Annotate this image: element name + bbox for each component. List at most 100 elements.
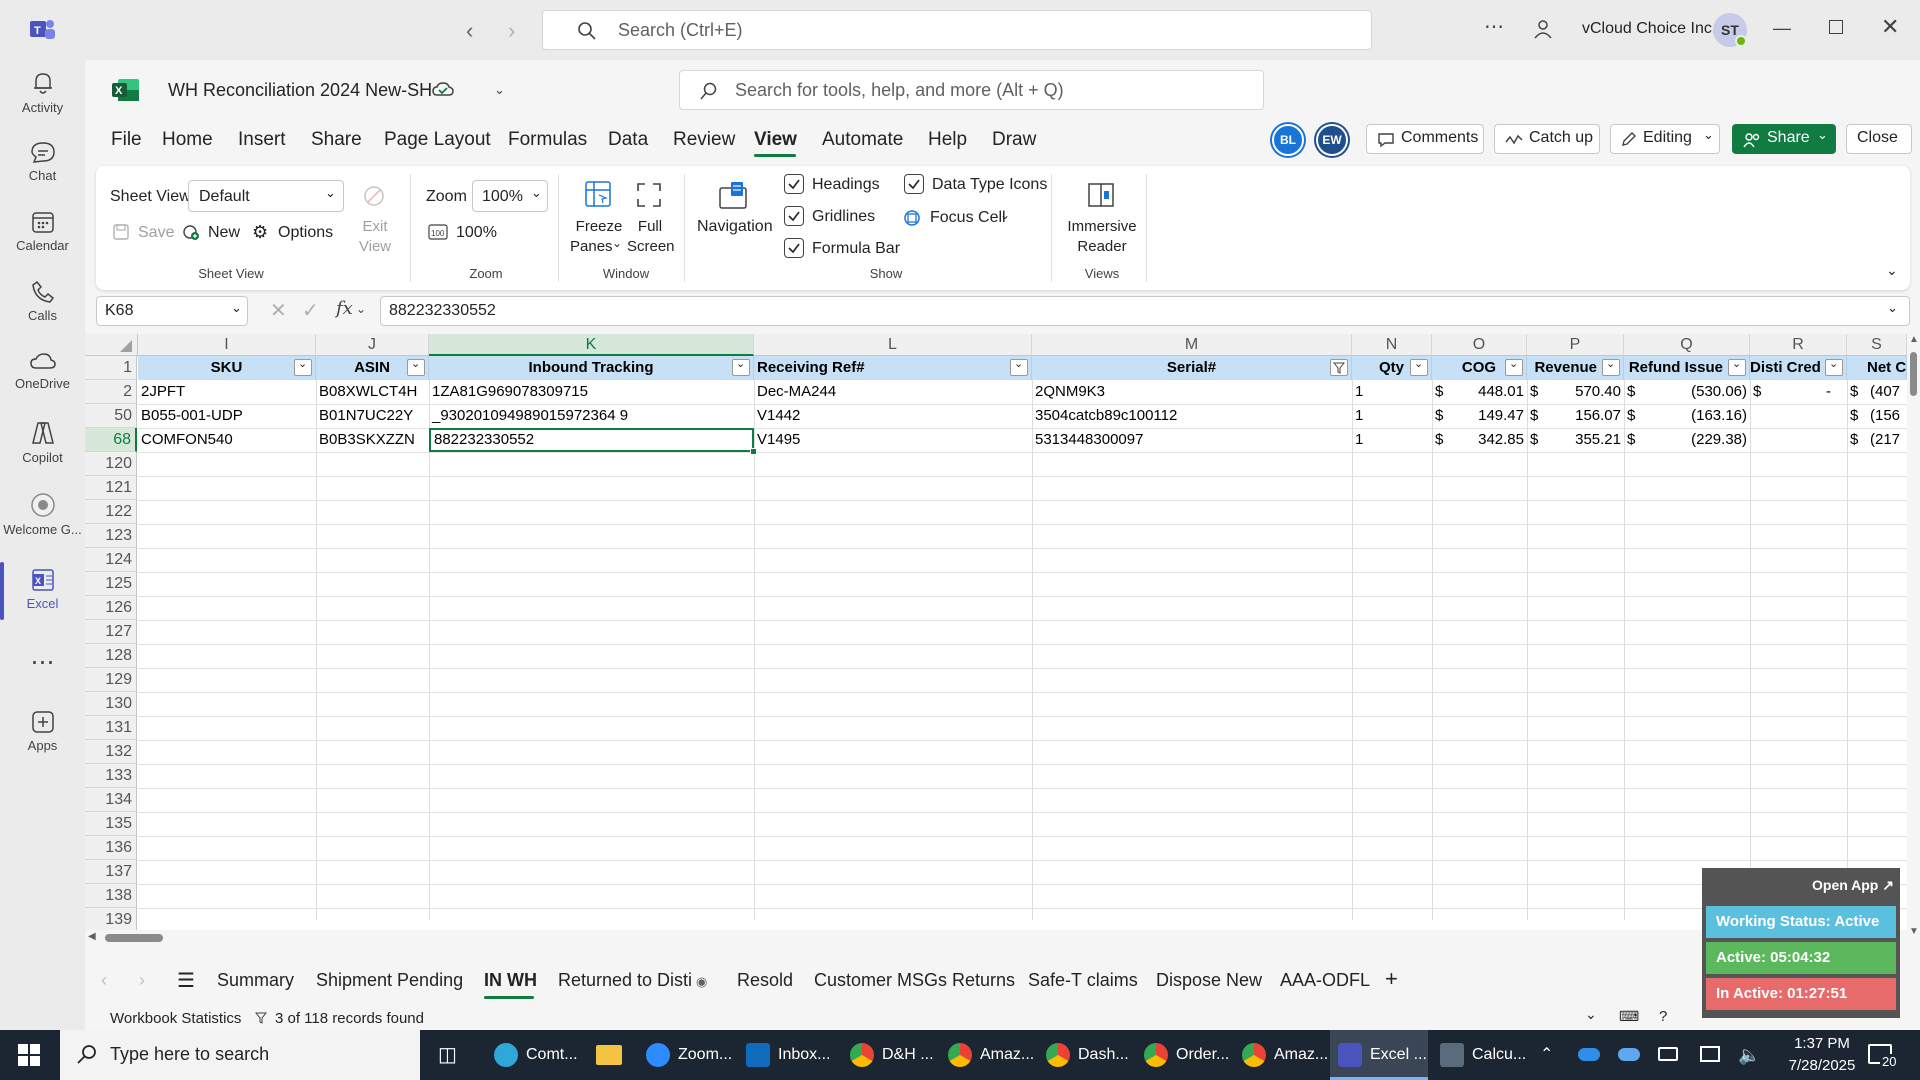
cell-sku[interactable]: B055-001-UDP bbox=[138, 404, 316, 427]
people-icon[interactable] bbox=[1532, 18, 1554, 40]
taskbar-app-explorer[interactable] bbox=[592, 1030, 626, 1080]
teams-search-input[interactable]: Search (Ctrl+E) bbox=[542, 10, 1372, 50]
rail-excel[interactable]: X Excel bbox=[0, 568, 85, 611]
close-window-icon[interactable]: ✕ bbox=[1881, 14, 1899, 40]
active-cell-inbound-tracking[interactable]: 882232330552 bbox=[429, 428, 754, 452]
select-all-corner[interactable] bbox=[85, 334, 138, 356]
taskbar-app-chrome-amaz-2[interactable]: Amaz... bbox=[1238, 1030, 1328, 1080]
windows-start-icon[interactable] bbox=[18, 1044, 40, 1066]
taskbar-app-calculator[interactable]: Calcu... bbox=[1436, 1030, 1526, 1080]
tab-data[interactable]: Data bbox=[608, 129, 648, 151]
volume-icon[interactable]: 🔈 bbox=[1738, 1030, 1760, 1080]
formula-bar-checkbox[interactable] bbox=[784, 238, 804, 258]
vertical-scrollbar[interactable]: ▲ ▼ bbox=[1907, 334, 1920, 946]
help-icon[interactable]: ? bbox=[1659, 1008, 1667, 1025]
cell-refund-issue[interactable]: (229.38) bbox=[1644, 428, 1750, 451]
save-view-button[interactable]: Save bbox=[138, 224, 174, 242]
clock-time[interactable]: 1:37 PM bbox=[1780, 1035, 1864, 1052]
filter-dropdown-button[interactable]: ⌄ bbox=[732, 358, 750, 376]
filter-dropdown-button[interactable]: ⌄ bbox=[1505, 358, 1523, 376]
cell-qty[interactable]: 1 bbox=[1352, 404, 1432, 427]
spreadsheet-grid[interactable]: I J K L M N O P Q R S SKU ASIN Inbound T… bbox=[85, 334, 1920, 946]
row-header[interactable]: 121 bbox=[85, 476, 137, 500]
sheet-tab-shipment-pending[interactable]: Shipment Pending bbox=[316, 970, 463, 991]
cell-receiving-ref[interactable]: V1495 bbox=[754, 428, 1032, 451]
zoom-100-button[interactable]: 100% bbox=[456, 224, 497, 242]
rail-calls[interactable]: Calls bbox=[0, 280, 85, 323]
more-options-icon[interactable]: ⋯ bbox=[1484, 14, 1504, 39]
scroll-up-icon[interactable]: ▲ bbox=[1909, 334, 1919, 345]
tab-draw[interactable]: Draw bbox=[992, 129, 1036, 151]
row-header[interactable]: 120 bbox=[85, 452, 137, 476]
taskbar-app-chrome-dash[interactable]: Dash... bbox=[1042, 1030, 1132, 1080]
filter-dropdown-button[interactable]: ⌄ bbox=[294, 358, 312, 376]
header-cell-sku[interactable]: SKU bbox=[138, 356, 316, 380]
sheet-tab-resold[interactable]: Resold bbox=[737, 970, 793, 991]
all-sheets-icon[interactable]: ☰ bbox=[177, 968, 195, 993]
row-header[interactable]: 136 bbox=[85, 836, 137, 860]
back-arrow-icon[interactable]: ‹ bbox=[466, 18, 473, 44]
open-app-link[interactable]: Open App ↗ bbox=[1812, 877, 1894, 894]
rail-copilot[interactable]: Copilot bbox=[0, 420, 85, 465]
sheet-tab-customer-msgs-returns[interactable]: Customer MSGs Returns bbox=[814, 970, 1015, 991]
forward-arrow-icon[interactable]: › bbox=[508, 18, 515, 44]
cell-net-cost[interactable]: (217 bbox=[1867, 428, 1907, 451]
catch-up-button[interactable]: Catch up bbox=[1494, 124, 1600, 154]
column-header-j[interactable]: J bbox=[316, 334, 429, 356]
filter-dropdown-button[interactable]: ⌄ bbox=[1602, 358, 1620, 376]
zoom-select[interactable]: 100% ⌄ bbox=[472, 180, 548, 212]
taskbar-app-teams-excel[interactable]: Excel ... bbox=[1330, 1030, 1428, 1080]
data-type-icons-checkbox[interactable] bbox=[904, 174, 924, 194]
cell-serial[interactable]: 2QNM9K3 bbox=[1032, 380, 1352, 403]
scroll-down-icon[interactable]: ▼ bbox=[1909, 926, 1919, 937]
org-name[interactable]: vCloud Choice Inc. bbox=[1582, 20, 1716, 38]
onedrive-personal-icon[interactable] bbox=[1618, 1048, 1640, 1061]
cell-asin[interactable]: B08XWLCT4H bbox=[316, 380, 429, 403]
row-header[interactable]: 132 bbox=[85, 740, 137, 764]
column-header-r[interactable]: R bbox=[1750, 334, 1847, 356]
rail-onedrive[interactable]: OneDrive bbox=[0, 350, 85, 391]
row-header[interactable]: 138 bbox=[85, 884, 137, 908]
row-header[interactable]: 128 bbox=[85, 644, 137, 668]
workbook-statistics[interactable]: Workbook Statistics bbox=[110, 1010, 241, 1027]
exit-view-button[interactable]: Exit bbox=[358, 218, 392, 235]
cell-disti-cred[interactable]: - bbox=[1770, 380, 1834, 403]
sheet-tab-safe-t-claims[interactable]: Safe-T claims bbox=[1028, 970, 1138, 991]
formula-input[interactable]: 882232330552 ⌄ bbox=[380, 296, 1910, 326]
ribbon-collapse-icon[interactable]: ⌄ bbox=[1886, 262, 1898, 279]
taskbar-app-comt[interactable]: Comt... bbox=[490, 1030, 580, 1080]
minimize-icon[interactable]: — bbox=[1773, 18, 1791, 39]
tab-share[interactable]: Share bbox=[311, 129, 362, 151]
rail-welcome[interactable]: Welcome G... bbox=[0, 492, 85, 537]
scrollbar-thumb[interactable] bbox=[105, 934, 163, 942]
taskbar-search[interactable]: Type here to search bbox=[60, 1030, 420, 1080]
headings-checkbox[interactable] bbox=[784, 174, 804, 194]
row-header[interactable]: 50 bbox=[85, 404, 137, 428]
filter-dropdown-button[interactable]: ⌄ bbox=[1410, 358, 1428, 376]
rail-calendar[interactable]: Calendar bbox=[0, 210, 85, 253]
rail-activity[interactable]: Activity bbox=[0, 70, 85, 115]
cell-refund-issue[interactable]: (163.16) bbox=[1644, 404, 1750, 427]
column-header-k[interactable]: K bbox=[429, 334, 754, 356]
cell-revenue[interactable]: 355.21 bbox=[1547, 428, 1624, 451]
confirm-entry-icon[interactable]: ✓ bbox=[302, 298, 319, 323]
cell-inbound-tracking[interactable]: 1ZA81G969078309715 bbox=[429, 380, 754, 403]
taskbar-app-chrome-dh[interactable]: D&H ... bbox=[846, 1030, 936, 1080]
tab-insert[interactable]: Insert bbox=[238, 129, 286, 151]
coauthor-bl-avatar[interactable]: BL bbox=[1272, 124, 1304, 156]
add-sheet-icon[interactable]: + bbox=[1385, 966, 1398, 992]
chevron-down-icon[interactable]: ⌄ bbox=[1585, 1006, 1597, 1023]
options-button[interactable]: Options bbox=[278, 224, 333, 242]
column-header-l[interactable]: L bbox=[754, 334, 1032, 356]
filter-dropdown-button[interactable]: ⌄ bbox=[1825, 358, 1843, 376]
cell-qty[interactable]: 1 bbox=[1352, 428, 1432, 451]
cell-net-cost[interactable]: (156 bbox=[1867, 404, 1907, 427]
cancel-entry-icon[interactable]: ✕ bbox=[270, 298, 287, 323]
cell-refund-issue[interactable]: (530.06) bbox=[1644, 380, 1750, 403]
more-apps-icon[interactable]: ⋯ bbox=[0, 648, 85, 677]
cell-receiving-ref[interactable]: V1442 bbox=[754, 404, 1032, 427]
cell-serial[interactable]: 5313448300097 bbox=[1032, 428, 1352, 451]
header-cell-receiving-ref[interactable]: Receiving Ref# bbox=[754, 356, 1032, 380]
editing-mode-button[interactable]: Editing ⌄ bbox=[1610, 124, 1720, 154]
scroll-left-icon[interactable]: ◀ bbox=[88, 931, 96, 942]
